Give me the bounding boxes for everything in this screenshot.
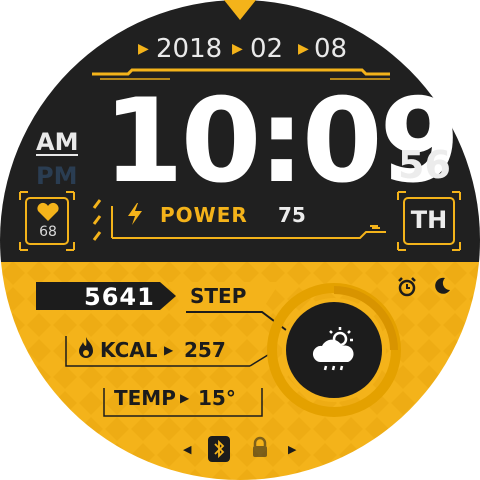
cloud-sun-rain-icon[interactable] — [306, 322, 362, 378]
weekday-label: TH — [410, 206, 448, 234]
bluetooth-icon[interactable] — [208, 436, 230, 462]
lightning-icon — [124, 202, 146, 226]
left-arrow-icon[interactable]: ◀ — [183, 443, 191, 456]
date-month-marker-icon: ▶ — [232, 41, 243, 57]
steps-value: 5641 — [84, 283, 155, 311]
flame-icon — [76, 336, 96, 360]
time-seconds: 56 — [398, 143, 451, 187]
date-day: 08 — [314, 34, 348, 64]
lock-icon[interactable] — [250, 436, 270, 458]
moon-icon[interactable] — [432, 276, 452, 296]
pm-indicator: PM — [36, 162, 78, 190]
kcal-arrow-icon: ▶ — [164, 343, 174, 357]
temp-value: 15° — [198, 386, 236, 410]
alarm-icon[interactable] — [396, 276, 418, 298]
temp-label: TEMP — [114, 386, 176, 410]
temp-arrow-icon: ▶ — [180, 391, 190, 405]
right-arrow-icon[interactable]: ▶ — [288, 443, 296, 456]
am-indicator: AM — [36, 128, 79, 156]
watch-face-background — [0, 0, 480, 480]
heart-icon — [36, 202, 60, 222]
steps-label: STEP — [190, 284, 247, 308]
kcal-value: 257 — [184, 338, 226, 362]
date-month: 02 — [250, 34, 284, 64]
date-day-marker-icon: ▶ — [298, 41, 309, 57]
date-year: 2018 — [156, 34, 223, 64]
kcal-label: KCAL — [100, 338, 158, 362]
date-year-marker-icon: ▶ — [138, 41, 149, 57]
heart-rate-value: 68 — [39, 224, 57, 240]
power-label: POWER — [160, 203, 248, 227]
watch-face: ▶ 2018 ▶ 02 ▶ 08 AM PM 10:09 56 68 POWER… — [0, 0, 480, 480]
power-value: 75 — [278, 203, 306, 227]
